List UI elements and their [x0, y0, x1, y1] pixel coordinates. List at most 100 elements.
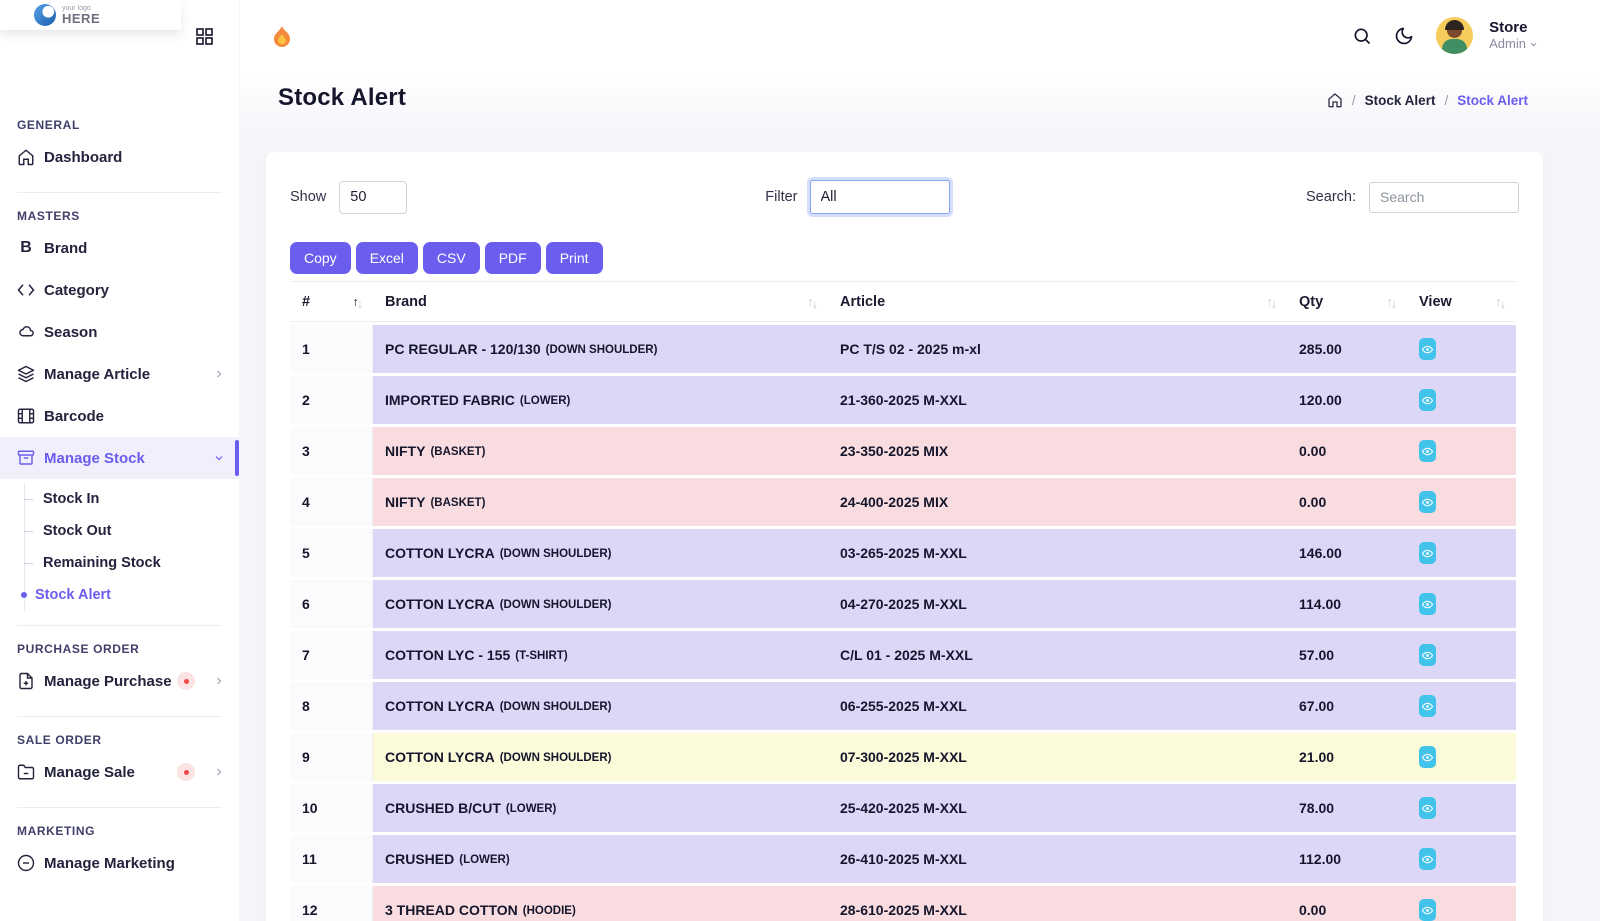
stock-alert-table: # ↑ ↓ Brand ↑ ↓ Article ↑ ↓ Qty ↑ ↓ View ↑ ↓ … — [290, 281, 1516, 921]
breadcrumb-home-icon[interactable] — [1327, 92, 1343, 108]
sidebar-item-brand[interactable]: B Brand — [0, 227, 239, 269]
column-header-brand[interactable]: Brand ↑ ↓ — [373, 282, 828, 321]
print-button[interactable]: Print — [545, 242, 603, 274]
column-header-qty[interactable]: Qty ↑ ↓ — [1287, 282, 1407, 321]
article-cell: 24-400-2025 MIX — [828, 478, 1287, 526]
view-cell — [1407, 376, 1516, 424]
dark-mode-moon-icon[interactable] — [1394, 26, 1414, 46]
logo[interactable]: your logo HERE — [0, 0, 181, 30]
sidebar-item-dashboard[interactable]: Dashboard — [0, 136, 239, 178]
sidebar-subitem-stock-in[interactable]: Stock In — [25, 483, 239, 515]
search-icon[interactable] — [1352, 26, 1372, 46]
home-icon — [17, 148, 35, 166]
logo-line2: HERE — [62, 11, 101, 26]
sidebar-item-season[interactable]: Season — [0, 311, 239, 353]
user-avatar[interactable] — [1436, 17, 1474, 54]
column-header-number[interactable]: # ↑ ↓ — [290, 282, 373, 321]
qty-cell: 0.00 — [1287, 886, 1407, 921]
view-button[interactable] — [1419, 542, 1436, 564]
brand-cell: NIFTY (BASKET) — [373, 427, 828, 475]
article-cell: 06-255-2025 M-XXL — [828, 682, 1287, 730]
table-row: 7 COTTON LYC - 155 (T-SHIRT) C/L 01 - 202… — [290, 631, 1516, 679]
eye-icon — [1422, 345, 1433, 353]
file-plus-icon — [17, 672, 35, 690]
sidebar-toggle-grid-icon[interactable] — [196, 28, 213, 45]
sidebar-item-label: Dashboard — [44, 148, 123, 166]
sidebar-subitem-remaining-stock[interactable]: Remaining Stock — [25, 547, 239, 579]
sidebar-item-label: Manage Stock — [44, 449, 145, 467]
show-label: Show — [290, 189, 327, 205]
qty-cell: 0.00 — [1287, 427, 1407, 475]
column-header-article[interactable]: Article ↑ ↓ — [828, 282, 1287, 321]
article-cell: 25-420-2025 M-XXL — [828, 784, 1287, 832]
table-row: 9 COTTON LYCRA (DOWN SHOULDER) 07-300-202… — [290, 733, 1516, 781]
view-button[interactable] — [1419, 644, 1436, 666]
eye-icon — [1422, 906, 1433, 914]
view-button[interactable] — [1419, 440, 1436, 462]
row-number: 6 — [290, 580, 373, 628]
sidebar-item-category[interactable]: Category — [0, 269, 239, 311]
filter-label: Filter — [765, 189, 798, 205]
article-cell: 28-610-2025 M-XXL — [828, 886, 1287, 921]
view-button[interactable] — [1419, 746, 1436, 768]
article-cell: 07-300-2025 M-XXL — [828, 733, 1287, 781]
sidebar-subitem-stock-out[interactable]: Stock Out — [25, 515, 239, 547]
breadcrumb: / Stock Alert / Stock Alert — [1327, 92, 1528, 108]
sidebar-item-manage-purchase[interactable]: Manage Purchase — [0, 660, 239, 702]
table-search-input[interactable] — [1369, 181, 1519, 213]
row-number: 4 — [290, 478, 373, 526]
copy-button[interactable]: Copy — [290, 242, 351, 274]
column-header-view[interactable]: View ↑ ↓ — [1407, 282, 1516, 321]
article-cell: 04-270-2025 M-XXL — [828, 580, 1287, 628]
eye-icon — [1422, 702, 1433, 710]
sidebar-item-barcode[interactable]: Barcode — [0, 395, 239, 437]
brand-cell: COTTON LYCRA (DOWN SHOULDER) — [373, 733, 828, 781]
article-cell: 23-350-2025 MIX — [828, 427, 1287, 475]
qty-cell: 78.00 — [1287, 784, 1407, 832]
sidebar-item-manage-article[interactable]: Manage Article — [0, 353, 239, 395]
sidebar-item-manage-sale[interactable]: Manage Sale — [0, 751, 239, 793]
sidebar-item-manage-marketing[interactable]: Manage Marketing — [0, 842, 239, 884]
csv-button[interactable]: CSV — [422, 242, 480, 274]
row-number: 9 — [290, 733, 373, 781]
brand-cell: COTTON LYC - 155 (T-SHIRT) — [373, 631, 828, 679]
view-button[interactable] — [1419, 797, 1436, 819]
pdf-button[interactable]: PDF — [484, 242, 541, 274]
sidebar-item-manage-stock[interactable]: Manage Stock — [0, 437, 239, 479]
filter-select[interactable] — [809, 180, 950, 214]
table-row: 4 NIFTY (BASKET) 24-400-2025 MIX 0.00 — [290, 478, 1516, 526]
manage-stock-submenu: Stock In Stock Out Remaining Stock Stock… — [24, 483, 239, 611]
view-cell — [1407, 733, 1516, 781]
row-number: 12 — [290, 886, 373, 921]
row-number: 3 — [290, 427, 373, 475]
brand-cell: CRUSHED B/CUT (LOWER) — [373, 784, 828, 832]
show-entries-input[interactable] — [339, 180, 408, 214]
table-body: 1 PC REGULAR - 120/130 (DOWN SHOULDER) PC… — [290, 325, 1516, 921]
table-controls: Show Filter Search: — [290, 180, 1519, 214]
sidebar-item-label: Manage Sale — [44, 763, 135, 781]
view-button[interactable] — [1419, 491, 1436, 513]
table-row: 12 3 THREAD COTTON (HOODIE) 28-610-2025 M… — [290, 886, 1516, 921]
divider — [17, 192, 222, 193]
view-button[interactable] — [1419, 899, 1436, 921]
eye-icon — [1422, 396, 1433, 404]
user-name: Store — [1489, 18, 1528, 36]
qty-cell: 114.00 — [1287, 580, 1407, 628]
row-number: 7 — [290, 631, 373, 679]
barcode-icon — [17, 407, 35, 425]
view-button[interactable] — [1419, 338, 1436, 360]
flame-icon — [272, 25, 292, 47]
view-button[interactable] — [1419, 389, 1436, 411]
sidebar-subitem-stock-alert[interactable]: Stock Alert — [25, 579, 239, 611]
breadcrumb-parent[interactable]: Stock Alert — [1365, 93, 1436, 108]
excel-button[interactable]: Excel — [355, 242, 418, 274]
top-header: Store Admin — [240, 0, 1600, 71]
view-button[interactable] — [1419, 848, 1436, 870]
circle-minus-icon — [17, 854, 35, 872]
user-menu[interactable]: Store Admin — [1489, 19, 1538, 52]
view-button[interactable] — [1419, 695, 1436, 717]
sidebar-nav: GENERAL Dashboard MASTERS B Brand Catego… — [0, 30, 239, 884]
chevron-right-icon — [213, 368, 225, 380]
view-button[interactable] — [1419, 593, 1436, 615]
divider — [17, 625, 222, 626]
